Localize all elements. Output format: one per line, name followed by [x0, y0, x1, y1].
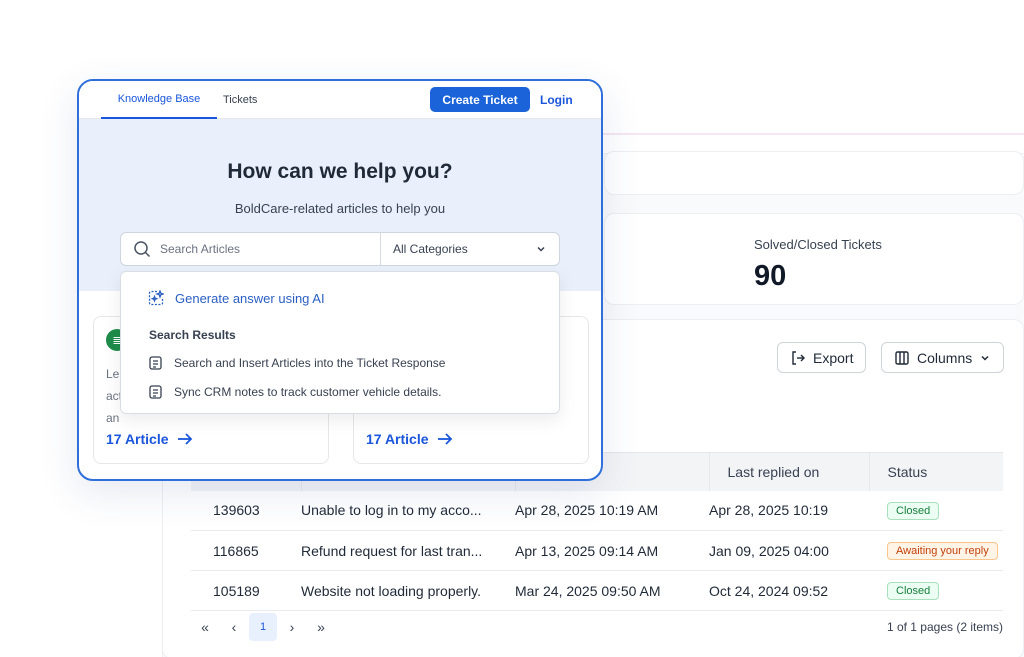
- ai-sparkle-icon: [148, 290, 164, 306]
- article-count-link[interactable]: 17 Article: [106, 431, 193, 447]
- search-result-label: Search and Insert Articles into the Tick…: [174, 356, 446, 370]
- export-label: Export: [813, 349, 854, 366]
- login-link[interactable]: Login: [540, 93, 573, 107]
- columns-button[interactable]: Columns: [881, 342, 1005, 373]
- arrow-right-icon: [177, 433, 192, 445]
- search-placeholder: Search Articles: [160, 242, 241, 256]
- search-results-dropdown: Generate answer using AI Search Results …: [120, 271, 560, 414]
- tab-knowledge-base[interactable]: Knowledge Base: [101, 81, 217, 119]
- tab-tickets[interactable]: Tickets: [223, 81, 257, 119]
- pagination: « ‹ 1 › » 1 of 1 pages (2 items): [191, 612, 1003, 642]
- kb-top-nav: Knowledge Base Tickets Create Ticket Log…: [79, 81, 601, 119]
- solved-tickets-card: Solved/Closed Tickets 90: [604, 213, 1024, 305]
- chevron-down-icon: [537, 246, 545, 252]
- ticket-status-cell: Closed: [869, 570, 1003, 611]
- prev-page-button[interactable]: ‹: [220, 613, 248, 641]
- ticket-created: Mar 24, 2025 09:50 AM: [515, 570, 709, 611]
- ticket-created: Apr 13, 2025 09:14 AM: [515, 530, 709, 571]
- status-badge: Closed: [887, 501, 940, 520]
- ticket-last-replied: Apr 28, 2025 10:19: [709, 490, 869, 531]
- search-result-label: Sync CRM notes to track customer vehicle…: [174, 385, 442, 399]
- chevron-down-icon: [981, 355, 989, 361]
- status-badge: Awaiting your reply: [887, 542, 998, 560]
- column-header-last-replied[interactable]: Last replied on: [709, 452, 870, 491]
- ticket-subject[interactable]: Website not loading properly.: [301, 570, 515, 611]
- column-header-status[interactable]: Status: [869, 452, 1003, 491]
- ticket-id: 116865: [191, 530, 301, 571]
- search-result-item[interactable]: Sync CRM notes to track customer vehicle…: [149, 385, 441, 399]
- arrow-right-icon: [437, 433, 452, 445]
- create-ticket-button[interactable]: Create Ticket: [430, 87, 530, 112]
- search-icon: [134, 241, 151, 258]
- dashboard-header-bar: [604, 151, 1024, 195]
- ticket-subject[interactable]: Unable to log in to my acco...: [301, 490, 515, 531]
- table-row[interactable]: 116865 Refund request for last tran... A…: [191, 530, 1003, 571]
- columns-label: Columns: [917, 349, 973, 366]
- first-page-button[interactable]: «: [191, 613, 219, 641]
- table-row[interactable]: 105189 Website not loading properly. Mar…: [191, 570, 1003, 611]
- category-select[interactable]: All Categories: [381, 233, 559, 265]
- page-title: How can we help you?: [227, 160, 453, 183]
- category-selected-value: All Categories: [393, 242, 468, 256]
- ticket-id: 139603: [191, 490, 301, 531]
- page-1-button[interactable]: 1: [249, 613, 277, 641]
- status-badge: Closed: [887, 582, 940, 600]
- ticket-last-replied: Jan 09, 2025 04:00: [709, 530, 869, 571]
- ai-option-label: Generate answer using AI: [175, 290, 325, 306]
- knowledge-base-widget: Knowledge Base Tickets Create Ticket Log…: [77, 79, 603, 481]
- table-row[interactable]: 139603 Unable to log in to my acco... Ap…: [191, 490, 1003, 531]
- article-count-link[interactable]: 17 Article: [366, 431, 453, 447]
- export-button[interactable]: Export: [777, 342, 867, 373]
- search-bar: Search Articles All Categories: [120, 232, 560, 266]
- ticket-id: 105189: [191, 570, 301, 611]
- search-result-item[interactable]: Search and Insert Articles into the Tick…: [149, 356, 445, 370]
- search-results-heading: Search Results: [149, 328, 236, 342]
- document-icon: [149, 385, 162, 399]
- ticket-status-cell: Awaiting your reply: [869, 530, 1003, 571]
- pagination-info: 1 of 1 pages (2 items): [886, 620, 1003, 634]
- export-icon: [792, 350, 805, 365]
- ticket-last-replied: Oct 24, 2024 09:52: [709, 570, 869, 611]
- ticket-subject[interactable]: Refund request for last tran...: [301, 530, 515, 571]
- document-icon: [149, 356, 162, 370]
- last-page-button[interactable]: »: [307, 613, 335, 641]
- article-count-label: 17 Article: [106, 431, 169, 447]
- stats-value: 90: [754, 260, 787, 292]
- generate-ai-answer-option[interactable]: Generate answer using AI: [148, 290, 325, 306]
- stats-label: Solved/Closed Tickets: [754, 237, 882, 252]
- columns-icon: [895, 350, 909, 365]
- ticket-status-cell: Closed: [869, 490, 1003, 531]
- ticket-created: Apr 28, 2025 10:19 AM: [515, 490, 709, 531]
- search-input[interactable]: Search Articles: [121, 233, 381, 265]
- page-subtitle: BoldCare-related articles to help you: [234, 201, 446, 216]
- next-page-button[interactable]: ›: [278, 613, 306, 641]
- article-count-label: 17 Article: [366, 431, 429, 447]
